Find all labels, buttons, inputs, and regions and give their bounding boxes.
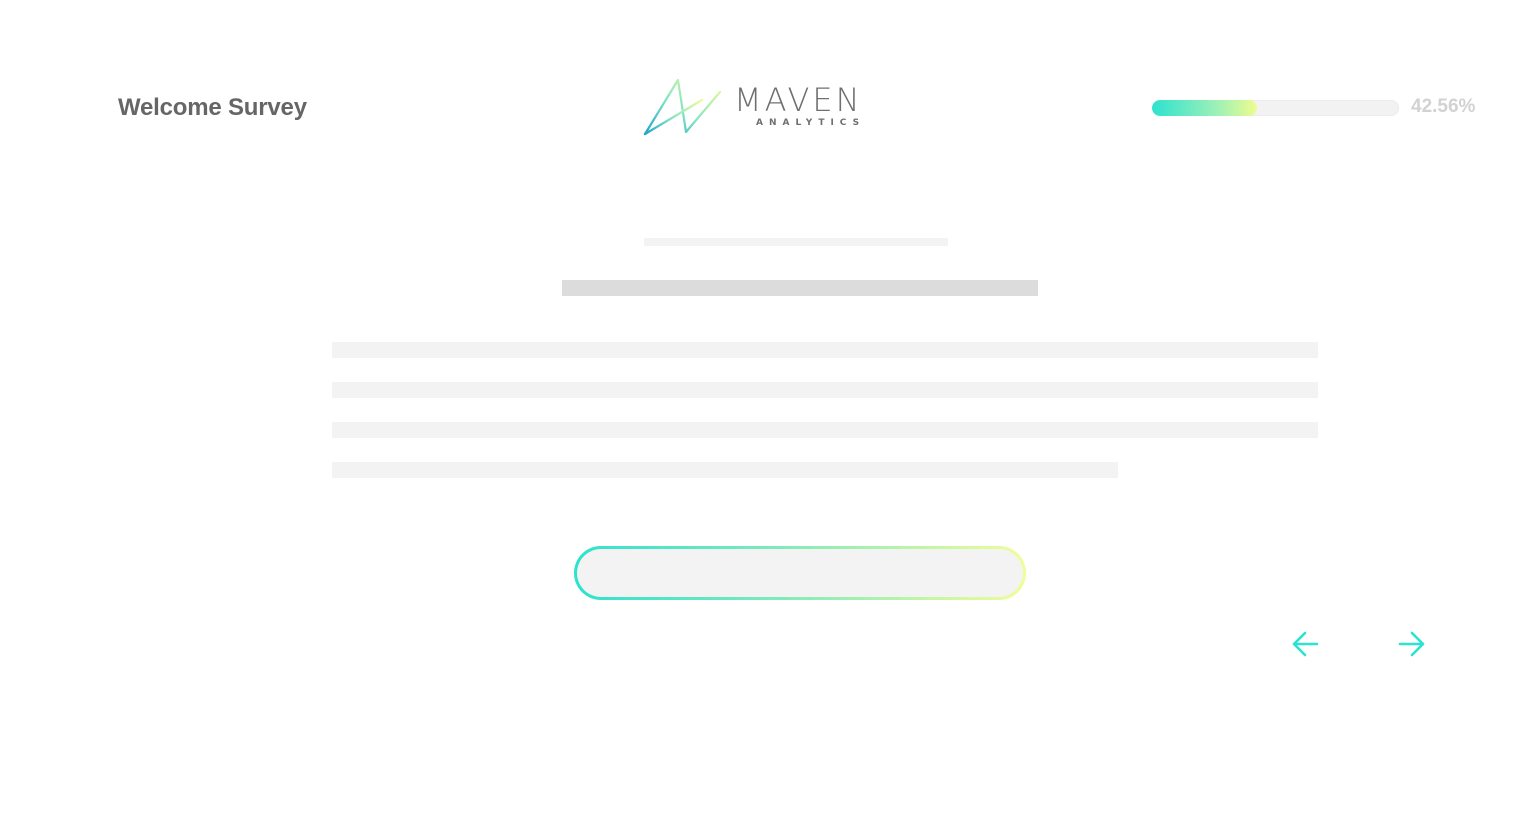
arrow-right-icon (1398, 631, 1425, 657)
maven-analytics-logo: MAVEN ANALYTICS (642, 76, 894, 138)
question-text-line-placeholder (332, 422, 1318, 438)
progress-percent-label: 42.56% (1411, 96, 1476, 117)
next-button[interactable] (1395, 628, 1427, 660)
question-eyebrow-placeholder (644, 238, 948, 246)
progress-bar-fill (1152, 100, 1258, 116)
page-title: Welcome Survey (118, 94, 307, 121)
progress-bar (1152, 100, 1399, 116)
answer-button[interactable] (574, 546, 1026, 600)
question-text-line-placeholder (332, 462, 1118, 478)
logo-mark-icon (643, 78, 722, 136)
arrow-left-icon (1292, 631, 1319, 657)
previous-button[interactable] (1290, 628, 1322, 660)
question-text-line-placeholder (332, 342, 1318, 358)
logo-wordmark: MAVEN (734, 81, 863, 119)
question-text-line-placeholder (332, 382, 1318, 398)
question-title-placeholder (562, 280, 1038, 296)
logo-tagline: ANALYTICS (756, 118, 866, 128)
